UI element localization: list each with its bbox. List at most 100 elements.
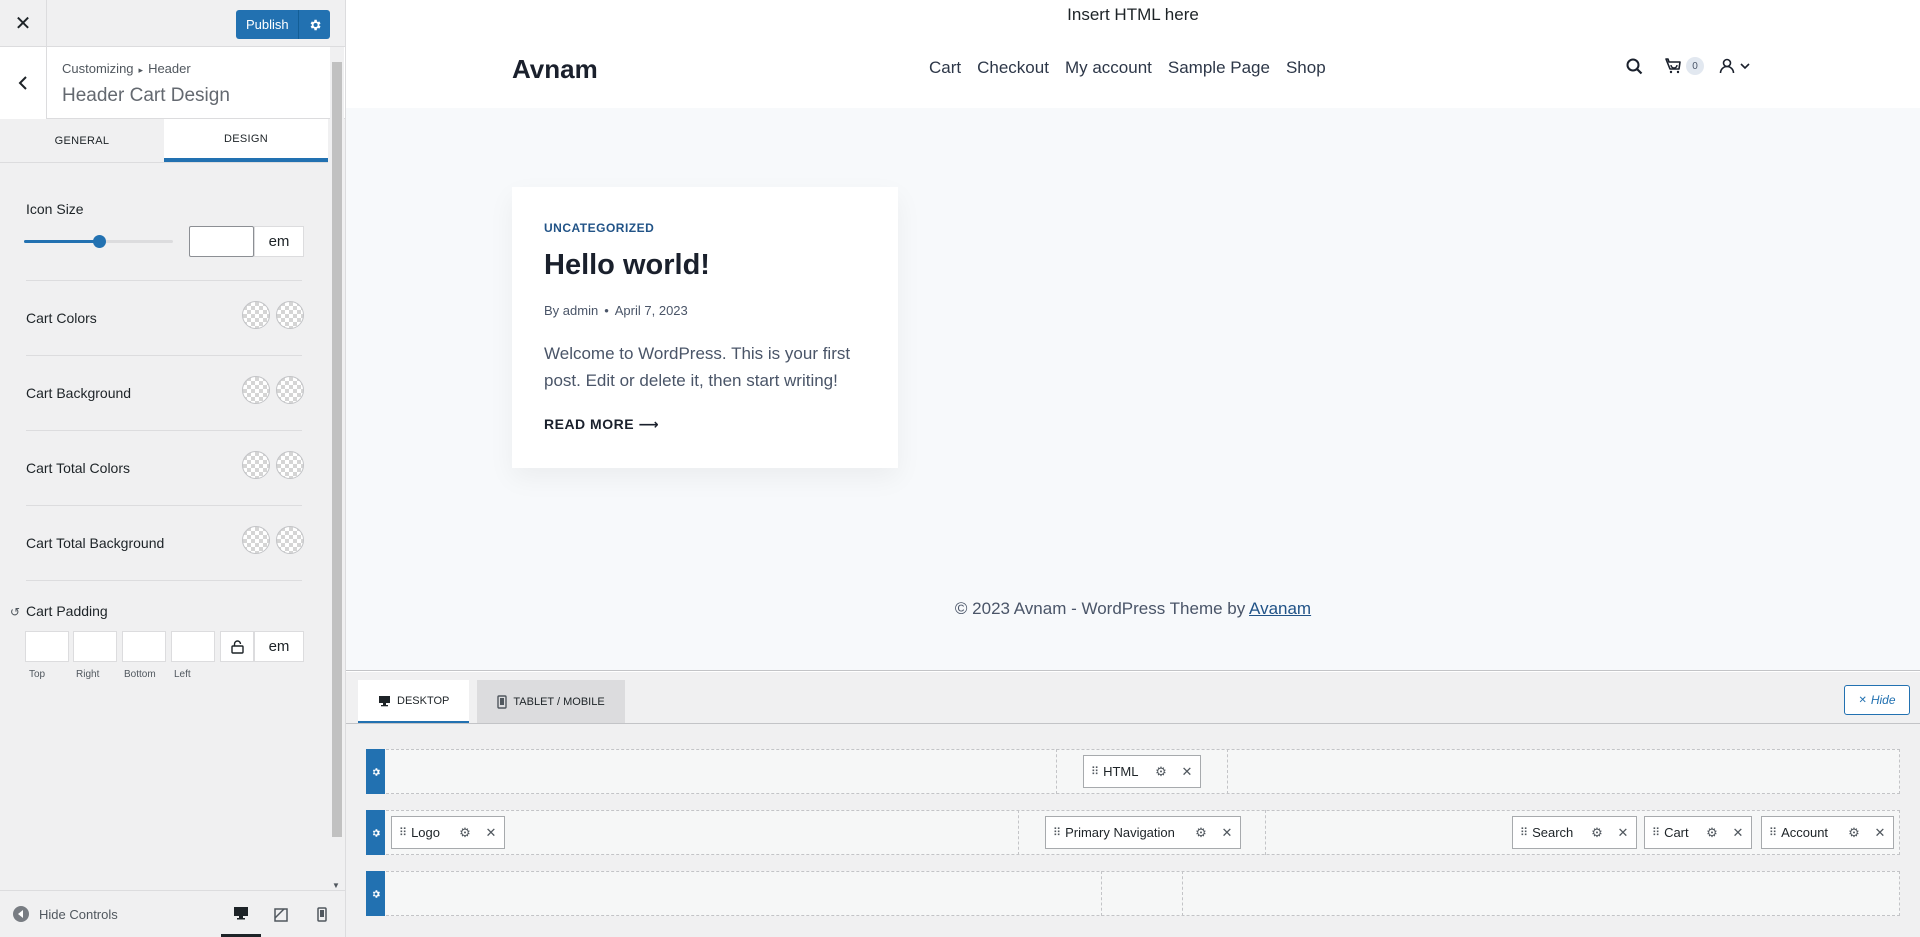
- row-settings-gear-icon[interactable]: [366, 871, 385, 916]
- section-header: Customizing ▸ Header Header Cart Design: [0, 47, 345, 119]
- scrollbar-thumb[interactable]: [332, 62, 342, 837]
- tablet-preview-icon[interactable]: [261, 891, 301, 937]
- builder-row-main: ⠿ Logo ⚙ ✕ ⠿ Primary Navigation ⚙ ✕ ⠿ Se…: [366, 810, 1900, 855]
- builder-item-search[interactable]: ⠿ Search ⚙ ✕: [1512, 816, 1637, 849]
- nav-item-sample-page[interactable]: Sample Page: [1168, 58, 1270, 78]
- slider-handle[interactable]: [93, 235, 106, 248]
- post-date[interactable]: April 7, 2023: [615, 303, 688, 318]
- nav-item-checkout[interactable]: Checkout: [977, 58, 1049, 78]
- builder-item-logo[interactable]: ⠿ Logo ⚙ ✕: [391, 816, 505, 849]
- tab-desktop[interactable]: DESKTOP: [358, 680, 470, 724]
- drag-handle-icon[interactable]: ⠿: [1520, 826, 1528, 839]
- footer-link[interactable]: Avanam: [1249, 599, 1311, 618]
- gear-icon[interactable]: ⚙: [452, 825, 478, 841]
- builder-item-primary-navigation[interactable]: ⠿ Primary Navigation ⚙ ✕: [1045, 816, 1241, 849]
- row-settings-gear-icon[interactable]: [366, 749, 385, 794]
- header-account[interactable]: [1718, 57, 1750, 75]
- cart-padding-label: Cart Padding: [26, 603, 108, 619]
- nav-item-cart[interactable]: Cart: [929, 58, 961, 78]
- icon-size-unit[interactable]: em: [254, 226, 304, 257]
- tab-design[interactable]: DESIGN: [164, 119, 328, 162]
- builder-item-html[interactable]: ⠿ HTML ⚙ ✕: [1083, 755, 1201, 788]
- builder-item-cart[interactable]: ⠿ Cart ⚙ ✕: [1644, 816, 1752, 849]
- cart-total-colors-control: Cart Total Colors: [26, 431, 304, 506]
- post-card: UNCATEGORIZED Hello world! By admin • Apri…: [512, 187, 898, 468]
- reset-icon[interactable]: ↺: [10, 605, 20, 619]
- builder-zone-divider: [1101, 871, 1102, 916]
- color-swatch-hover[interactable]: [276, 301, 304, 329]
- close-icon[interactable]: ✕: [1725, 825, 1751, 841]
- read-more-link[interactable]: READ MORE ⟶: [544, 416, 659, 433]
- padding-left-input[interactable]: [171, 631, 215, 662]
- builder-item-label: Search: [1532, 825, 1574, 840]
- padding-left-label: Left: [174, 669, 191, 680]
- close-icon[interactable]: ✕: [0, 0, 47, 47]
- arrow-right-icon: ⟶: [638, 416, 660, 432]
- gear-icon[interactable]: ⚙: [1584, 825, 1610, 841]
- tab-general[interactable]: GENERAL: [0, 119, 164, 162]
- color-swatch-hover[interactable]: [276, 376, 304, 404]
- icon-size-slider[interactable]: [24, 235, 173, 248]
- cart-total-background-label: Cart Total Background: [26, 535, 165, 551]
- builder-row-top: ⠿ HTML ⚙ ✕: [366, 749, 1900, 794]
- search-icon[interactable]: [1626, 58, 1643, 80]
- color-swatch-initial[interactable]: [242, 526, 270, 554]
- builder-zone-divider: [1018, 810, 1019, 855]
- color-swatch-initial[interactable]: [242, 301, 270, 329]
- header-cart[interactable]: 0: [1664, 57, 1704, 75]
- close-icon[interactable]: ✕: [478, 825, 504, 841]
- builder-row-bottom: [366, 871, 1900, 916]
- drag-handle-icon[interactable]: ⠿: [1053, 826, 1061, 839]
- back-arrow-icon[interactable]: [0, 47, 47, 119]
- drag-handle-icon[interactable]: ⠿: [1769, 826, 1777, 839]
- gear-icon[interactable]: ⚙: [1148, 764, 1174, 780]
- close-icon[interactable]: ✕: [1867, 825, 1893, 841]
- color-swatch-hover[interactable]: [276, 451, 304, 479]
- padding-top-input[interactable]: [25, 631, 69, 662]
- site-header: Insert HTML here Avnam Cart Checkout My …: [346, 0, 1920, 108]
- site-logo[interactable]: Avnam: [512, 54, 598, 85]
- post-excerpt: Welcome to WordPress. This is your first…: [544, 344, 851, 390]
- post-author[interactable]: By admin: [544, 303, 598, 318]
- hide-builder-button[interactable]: ✕ Hide: [1844, 685, 1910, 715]
- publish-button[interactable]: Publish: [236, 10, 298, 39]
- builder-item-label: HTML: [1103, 764, 1139, 779]
- tab-tablet-mobile[interactable]: TABLET / MOBILE: [477, 680, 625, 724]
- nav-item-shop[interactable]: Shop: [1286, 58, 1326, 78]
- close-icon[interactable]: ✕: [1174, 764, 1200, 780]
- drag-handle-icon[interactable]: ⠿: [1091, 765, 1099, 778]
- close-icon[interactable]: ✕: [1610, 825, 1636, 841]
- drag-handle-icon[interactable]: ⠿: [1652, 826, 1660, 839]
- primary-navigation: Cart Checkout My account Sample Page Sho…: [929, 58, 1326, 78]
- gear-icon[interactable]: ⚙: [1188, 825, 1214, 841]
- sidebar-scrollbar[interactable]: ▼: [330, 47, 344, 890]
- sidebar-topbar: ✕ Publish: [0, 0, 345, 47]
- nav-item-my-account[interactable]: My account: [1065, 58, 1152, 78]
- post-category[interactable]: UNCATEGORIZED: [544, 221, 654, 235]
- close-icon[interactable]: ✕: [1214, 825, 1240, 841]
- publish-settings-gear-icon[interactable]: [298, 10, 330, 39]
- desktop-preview-icon[interactable]: [221, 891, 261, 937]
- padding-right-input[interactable]: [73, 631, 117, 662]
- builder-zone-divider: [1182, 871, 1183, 916]
- builder-item-account[interactable]: ⠿ Account ⚙ ✕: [1761, 816, 1894, 849]
- mobile-preview-icon[interactable]: [302, 891, 342, 937]
- hide-controls-button[interactable]: Hide Controls: [13, 906, 118, 922]
- cart-background-control: Cart Background: [26, 356, 304, 431]
- row-settings-gear-icon[interactable]: [366, 810, 385, 855]
- padding-bottom-input[interactable]: [122, 631, 166, 662]
- scroll-down-arrow-icon[interactable]: ▼: [332, 881, 340, 890]
- gear-icon[interactable]: ⚙: [1699, 825, 1725, 841]
- icon-size-input[interactable]: [189, 226, 254, 257]
- panel-title: Header Cart Design: [62, 85, 230, 106]
- post-title[interactable]: Hello world!: [544, 249, 710, 282]
- gear-icon[interactable]: ⚙: [1841, 825, 1867, 841]
- link-values-lock-icon[interactable]: [220, 631, 254, 662]
- color-swatch-initial[interactable]: [242, 451, 270, 479]
- drag-handle-icon[interactable]: ⠿: [399, 826, 407, 839]
- cart-total-background-control: Cart Total Background: [26, 506, 304, 581]
- site-footer: © 2023 Avnam - WordPress Theme by Avanam: [346, 599, 1920, 619]
- color-swatch-hover[interactable]: [276, 526, 304, 554]
- padding-unit[interactable]: em: [254, 631, 304, 662]
- color-swatch-initial[interactable]: [242, 376, 270, 404]
